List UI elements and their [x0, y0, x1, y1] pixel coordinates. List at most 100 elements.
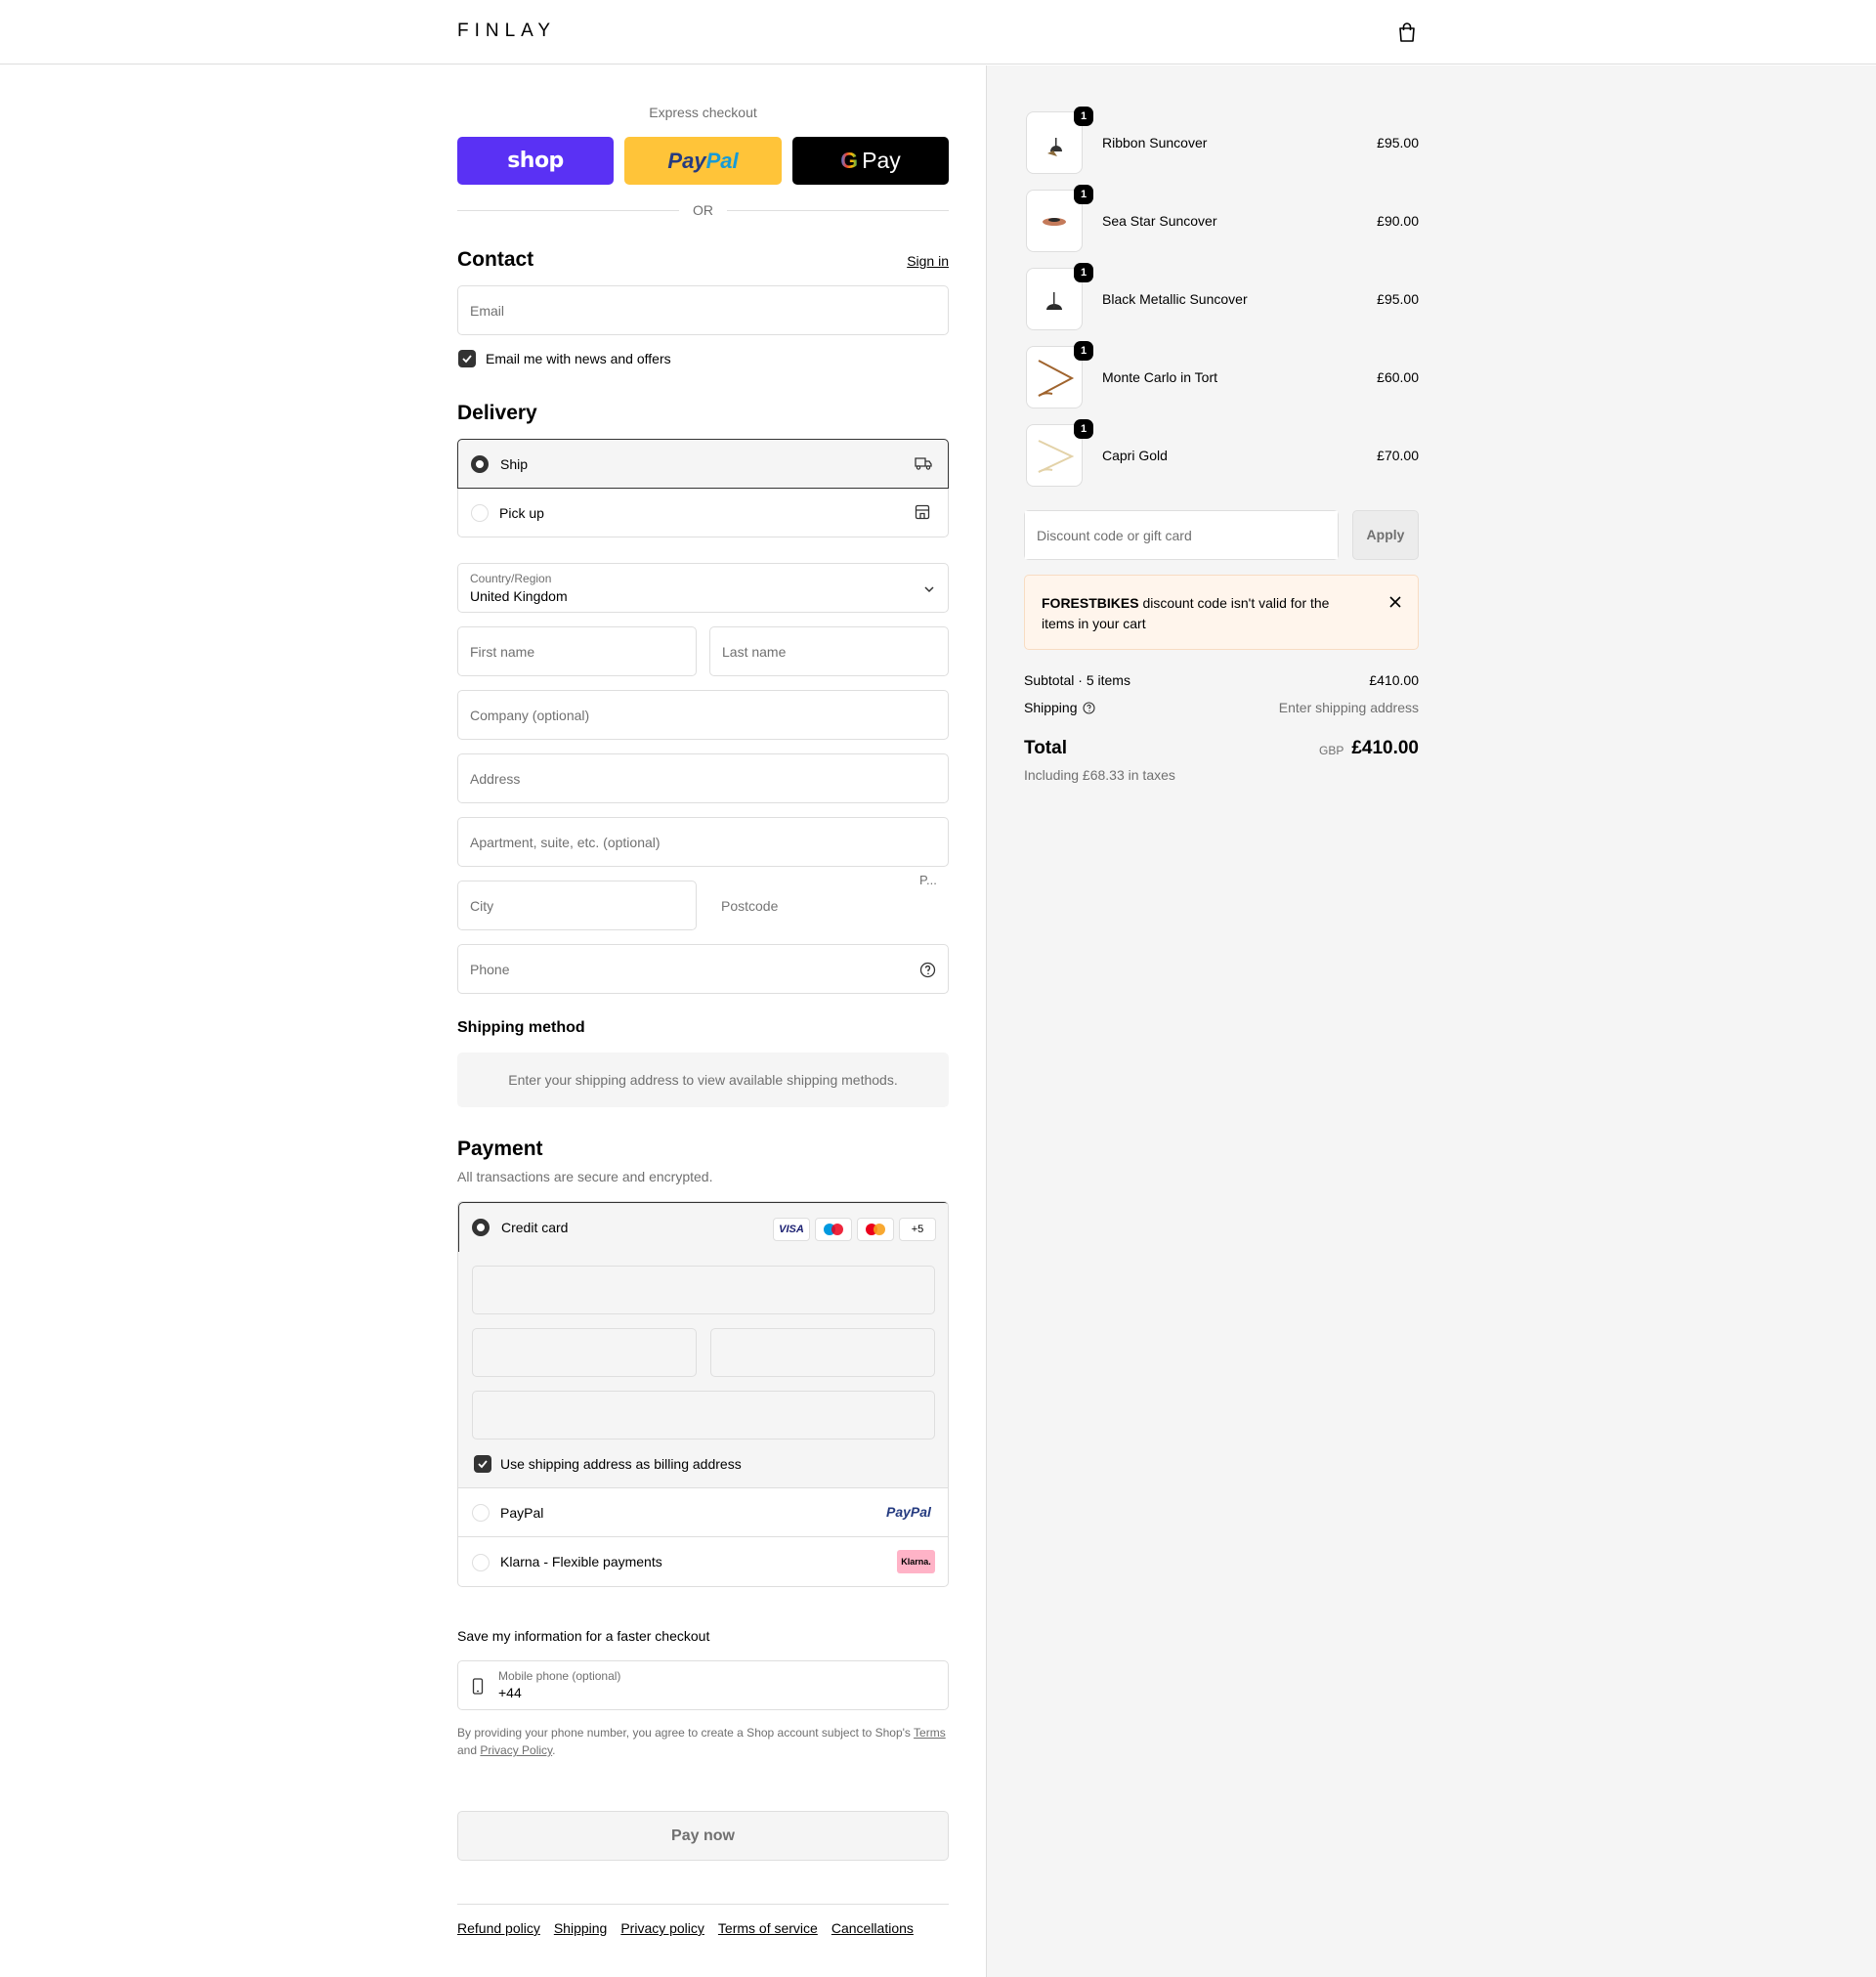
subtotal-label: Subtotal · 5 items: [1024, 672, 1130, 688]
last-name-field[interactable]: [709, 626, 949, 676]
credit-card-option[interactable]: Credit card VISA +5: [458, 1202, 948, 1253]
pickup-option[interactable]: Pick up: [457, 489, 949, 537]
paypal-express-button[interactable]: Pay Pal: [624, 137, 782, 185]
address-field[interactable]: [457, 753, 949, 803]
klarna-radio[interactable]: [472, 1554, 490, 1571]
shipping-link[interactable]: Shipping: [554, 1920, 608, 1936]
paypal-radio[interactable]: [472, 1504, 490, 1522]
discount-field[interactable]: [1024, 510, 1339, 560]
product-price: £70.00: [1377, 448, 1419, 463]
ship-radio[interactable]: [471, 455, 489, 473]
product-price: £90.00: [1377, 213, 1419, 229]
email-field[interactable]: [457, 285, 949, 335]
help-circle-icon[interactable]: [1083, 702, 1095, 714]
footer-divider: [457, 1904, 949, 1905]
google-pay-label: Pay: [862, 148, 901, 173]
contact-title: Contact: [457, 248, 534, 271]
shop-legal-text: By providing your phone number, you agre…: [457, 1724, 949, 1759]
google-pay-button[interactable]: G Pay: [792, 137, 949, 185]
shipping-row: Shipping Enter shipping address: [1024, 700, 1419, 715]
card-expiry-field[interactable]: [472, 1328, 697, 1377]
pickup-radio[interactable]: [471, 504, 489, 522]
newsletter-checkbox[interactable]: [458, 350, 476, 367]
discount-input[interactable]: [1025, 511, 1338, 559]
more-cards-badge: +5: [899, 1218, 936, 1241]
apply-discount-button[interactable]: Apply: [1352, 510, 1419, 560]
paypal-logo-part-2: Pal: [705, 148, 739, 173]
last-name-input[interactable]: [710, 627, 948, 675]
privacy-policy-link[interactable]: Privacy policy: [620, 1920, 704, 1936]
mastercard-icon: [857, 1218, 894, 1241]
footer-links: Refund policy Shipping Privacy policy Te…: [457, 1920, 914, 1936]
truck-icon: [915, 457, 932, 470]
city-input[interactable]: [458, 881, 696, 929]
klarna-option[interactable]: Klarna - Flexible payments Klarna.: [458, 1537, 948, 1586]
discount-error-text: FORESTBIKES discount code isn't valid fo…: [1042, 593, 1354, 634]
postcode-input[interactable]: [709, 881, 949, 930]
first-name-field[interactable]: [457, 626, 697, 676]
phone-input[interactable]: [458, 945, 948, 993]
phone-field[interactable]: [457, 944, 949, 994]
newsletter-label: Email me with news and offers: [486, 351, 671, 366]
shopping-bag-icon[interactable]: [1397, 21, 1417, 43]
mobile-phone-field[interactable]: Mobile phone (optional) +44: [457, 1660, 949, 1710]
first-name-input[interactable]: [458, 627, 696, 675]
klarna-logo: Klarna.: [897, 1550, 935, 1573]
mastercard-circles: [866, 1224, 885, 1235]
checkmark-icon: [478, 1460, 488, 1469]
product-price: £95.00: [1377, 291, 1419, 307]
city-field[interactable]: [457, 881, 697, 930]
company-input[interactable]: [458, 691, 948, 739]
product-price: £95.00: [1377, 135, 1419, 150]
cancellations-link[interactable]: Cancellations: [831, 1920, 914, 1936]
credit-card-radio[interactable]: [472, 1219, 490, 1236]
shop-pay-label: shop: [507, 149, 564, 173]
paypal-option[interactable]: PayPal PayPal: [458, 1488, 948, 1537]
terms-link[interactable]: Terms: [914, 1726, 946, 1740]
payment-options: Credit card VISA +5 Use shipping address…: [457, 1201, 949, 1587]
address-input[interactable]: [458, 754, 948, 802]
credit-card-label: Credit card: [501, 1220, 569, 1235]
country-select[interactable]: Country/Region United Kingdom: [457, 563, 949, 613]
ship-option[interactable]: Ship: [457, 439, 949, 489]
maestro-circles: [824, 1224, 843, 1235]
shipping-method-message: Enter your shipping address to view avai…: [457, 1053, 949, 1107]
apartment-input[interactable]: [458, 818, 948, 866]
paypal-label: PayPal: [500, 1505, 544, 1521]
credit-card-form: Use shipping address as billing address: [458, 1252, 948, 1488]
quantity-badge: 1: [1074, 341, 1093, 361]
privacy-link[interactable]: Privacy Policy: [480, 1743, 552, 1757]
billing-checkbox[interactable]: [474, 1455, 491, 1473]
company-field[interactable]: [457, 690, 949, 740]
product-image: 1: [1026, 185, 1093, 252]
mobile-phone-value: +44: [498, 1685, 522, 1700]
card-number-field[interactable]: [472, 1266, 935, 1314]
or-text: OR: [693, 202, 713, 218]
legal-and: and: [457, 1743, 478, 1757]
help-circle-icon[interactable]: [919, 962, 936, 978]
card-name-field[interactable]: [472, 1391, 935, 1440]
card-cvv-field[interactable]: [710, 1328, 935, 1377]
mobile-phone-caption: Mobile phone (optional): [498, 1669, 621, 1683]
mobile-phone-icon: [472, 1678, 484, 1695]
sign-in-link[interactable]: Sign in: [907, 253, 949, 269]
checkmark-icon: [462, 355, 472, 364]
visa-icon: VISA: [773, 1218, 810, 1241]
save-info-title: Save my information for a faster checkou…: [457, 1628, 710, 1644]
product-name: Sea Star Suncover: [1102, 213, 1217, 229]
email-input[interactable]: [458, 286, 948, 334]
close-icon[interactable]: [1388, 595, 1402, 609]
apartment-field[interactable]: [457, 817, 949, 867]
google-g-icon: G: [840, 148, 859, 173]
refund-policy-link[interactable]: Refund policy: [457, 1920, 540, 1936]
postcode-field[interactable]: [709, 881, 949, 930]
product-image: 1: [1026, 341, 1093, 408]
ship-label: Ship: [500, 456, 529, 472]
pay-now-button[interactable]: Pay now: [457, 1811, 949, 1861]
shop-pay-button[interactable]: shop: [457, 137, 614, 185]
store-logo[interactable]: FINLAY: [457, 21, 556, 42]
shipping-method-title: Shipping method: [457, 1019, 585, 1036]
country-caption: Country/Region: [470, 572, 552, 585]
terms-of-service-link[interactable]: Terms of service: [718, 1920, 818, 1936]
cart-item: 1 Black Metallic Suncover £95.00: [1024, 263, 1419, 330]
